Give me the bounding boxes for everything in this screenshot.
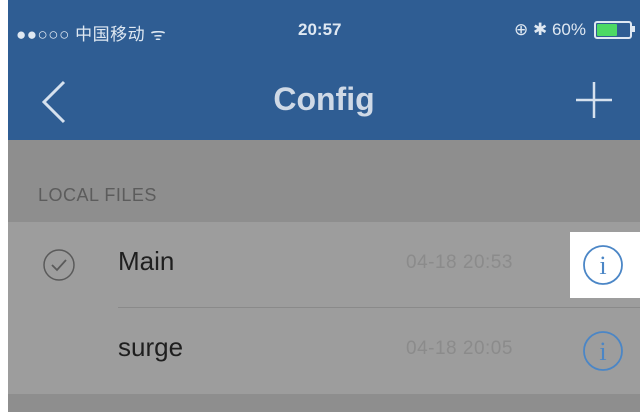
- file-date: 04-18 20:05: [406, 338, 513, 359]
- local-files-list: Main 04-18 20:53 i surge 04-18 20:05 i: [8, 222, 640, 394]
- status-time: 20:57: [298, 20, 342, 39]
- file-row-surge[interactable]: surge 04-18 20:05 i: [8, 308, 640, 394]
- file-name: Main: [118, 246, 175, 276]
- file-name: surge: [118, 332, 184, 362]
- page-title: Config: [273, 81, 375, 117]
- section-header-local-files: LOCAL FILES: [38, 185, 157, 205]
- info-icon: i: [583, 245, 623, 285]
- app-screen: ●●○○○ 中国移动 ᯤ 20:57 ⊕ ✱ 60% Config LOCAL …: [8, 0, 640, 412]
- info-button[interactable]: i: [570, 232, 640, 298]
- info-icon: i: [583, 331, 623, 371]
- file-row-main[interactable]: Main 04-18 20:53 i: [8, 222, 640, 308]
- checkmark-circle-icon: [43, 249, 75, 281]
- status-right: ⊕ ✱ 60%: [514, 20, 635, 40]
- svg-text:i: i: [599, 251, 606, 280]
- navigation-bar: Config: [8, 64, 640, 140]
- status-bar: ●●○○○ 中国移动 ᯤ 20:57 ⊕ ✱ 60%: [8, 0, 640, 64]
- status-icons: ⊕ ✱ 60%: [514, 20, 586, 39]
- info-button[interactable]: i: [570, 318, 640, 384]
- plus-icon[interactable]: [572, 78, 616, 122]
- file-date: 04-18 20:53: [406, 252, 513, 273]
- battery-icon: [594, 21, 635, 39]
- carrier-signal: ●●○○○ 中国移动 ᯤ: [16, 25, 167, 44]
- svg-text:i: i: [599, 337, 606, 366]
